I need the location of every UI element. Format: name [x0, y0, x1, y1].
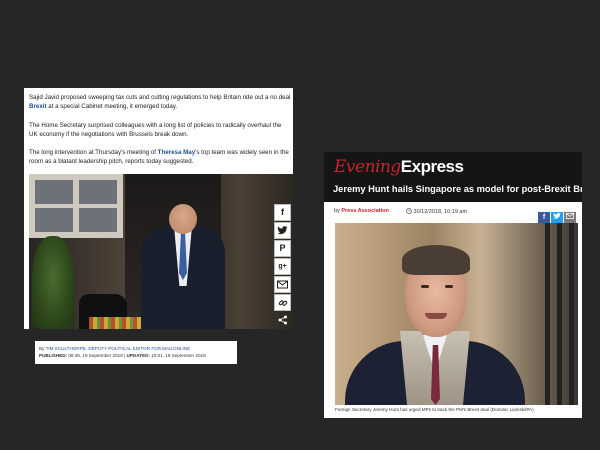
railing: [557, 223, 562, 405]
paragraph-text: Sajid Javid proposed sweeping tax cuts a…: [29, 94, 291, 101]
google-plus-icon[interactable]: g+: [274, 258, 291, 275]
timestamp-line: PUBLISHED: 08:39, 19 September 2018 | UP…: [39, 352, 233, 359]
source-line: by Press Association: [334, 208, 389, 214]
article-paragraph: The long intervention at Thursday's meet…: [29, 148, 291, 167]
window-frame: [29, 174, 123, 238]
source-link[interactable]: Press Association: [341, 208, 388, 214]
published-label: PUBLISHED:: [39, 353, 68, 358]
eye: [445, 285, 453, 288]
pinterest-icon[interactable]: P: [274, 240, 291, 257]
email-icon[interactable]: [274, 276, 291, 293]
date-value: 30/12/2018, 10:19 am: [413, 209, 468, 215]
site-logo[interactable]: EveningExpress: [334, 157, 464, 177]
theresa-may-link[interactable]: Theresa May: [158, 149, 196, 156]
eye: [421, 285, 429, 288]
share-bar: f P g+: [274, 204, 292, 328]
updated-label: UPDATED:: [126, 353, 150, 358]
separator: |: [124, 353, 126, 358]
author-line: By TIM SCULTHORPE, DEPUTY POLITICAL EDIT…: [39, 345, 233, 352]
brexit-link[interactable]: Brexit: [29, 103, 47, 110]
site-header: EveningExpress Jeremy Hunt hails Singapo…: [324, 152, 582, 202]
hair: [402, 245, 470, 275]
byline-card: By TIM SCULTHORPE, DEPUTY POLITICAL EDIT…: [35, 341, 237, 364]
right-article-card: EveningExpress Jeremy Hunt hails Singapo…: [324, 152, 582, 418]
railing: [569, 223, 574, 405]
article-photo: [335, 223, 578, 405]
mouth: [425, 313, 447, 319]
article-paragraph: The Home Secretary surprised colleagues …: [29, 122, 282, 139]
paragraph-text: at a special Cabinet meeting, it emerged…: [46, 103, 178, 111]
author-link[interactable]: TIM SCULTHORPE, DEPUTY POLITICAL EDITOR …: [46, 346, 191, 351]
source-prefix: by: [334, 208, 340, 214]
link-icon[interactable]: [274, 294, 291, 311]
updated-value: 10:01, 19 September 2018: [151, 353, 206, 358]
clock-icon: [406, 208, 412, 214]
person-figure: [141, 204, 225, 329]
logo-evening: Evening: [334, 157, 401, 177]
article-photo: [29, 174, 293, 329]
left-article-card: Sajid Javid proposed sweeping tax cuts a…: [24, 88, 293, 329]
published-value: 08:39, 19 September 2018: [68, 353, 123, 358]
twitter-icon[interactable]: [274, 222, 291, 239]
article-meta: by Press Association 30/12/2018, 10:19 a…: [334, 206, 578, 224]
article-headline: Jeremy Hunt hails Singapore as model for…: [333, 184, 582, 194]
by-label: By: [39, 346, 45, 351]
share-icon[interactable]: [274, 312, 291, 329]
facebook-icon[interactable]: f: [274, 204, 291, 221]
topiary-bush: [32, 236, 74, 329]
photo-caption: Foreign Secretary Jeremy Hunt has urged …: [335, 407, 534, 412]
date-line: 30/12/2018, 10:19 am: [406, 208, 467, 215]
flowers: [89, 317, 149, 329]
article-paragraph: Sajid Javid proposed sweeping tax cuts a…: [29, 93, 291, 112]
paragraph-text: The long intervention at Thursday's meet…: [29, 149, 158, 156]
logo-express: Express: [400, 157, 464, 176]
share-buttons: f: [537, 206, 576, 224]
railing: [545, 223, 550, 405]
